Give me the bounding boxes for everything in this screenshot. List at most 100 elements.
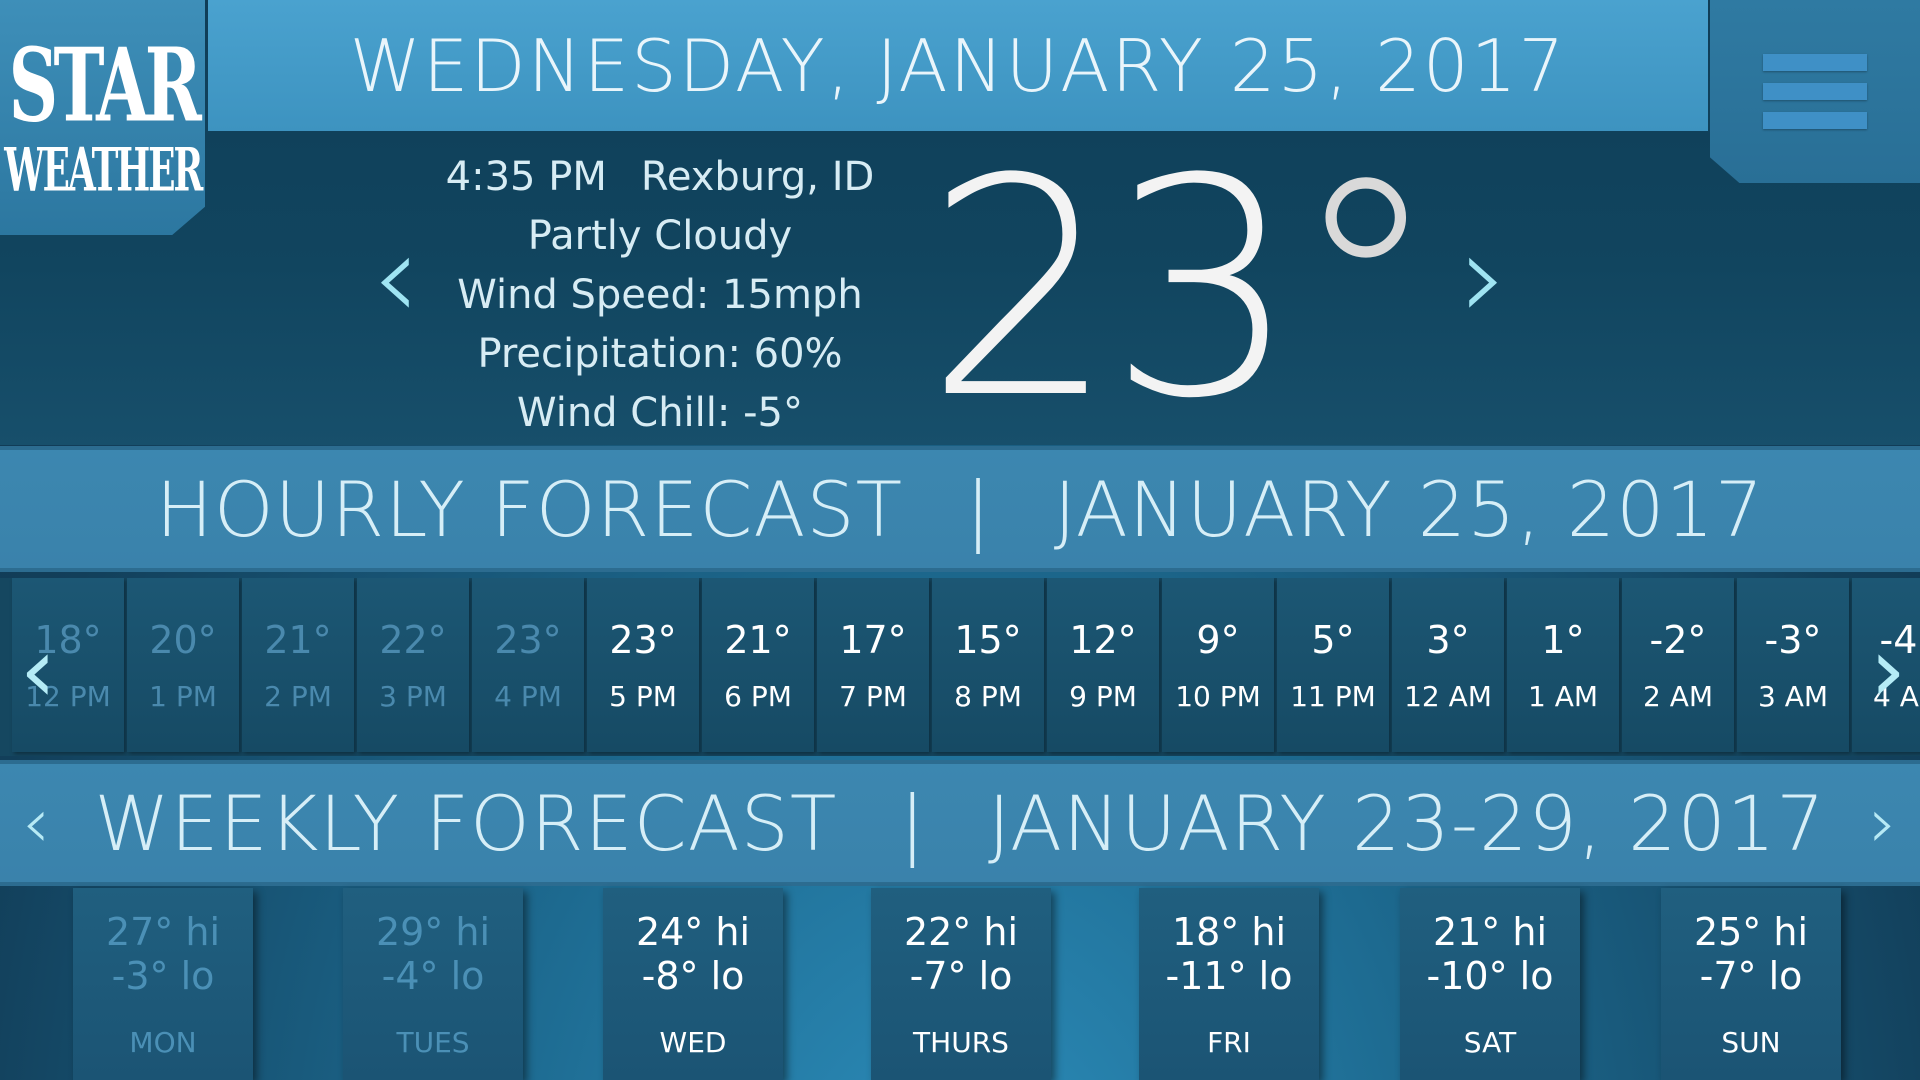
hour-temperature: 1° [1541,617,1585,662]
day-card[interactable]: 27° hi -3° lo MON [73,888,253,1080]
weekly-strip: 27° hi -3° lo MON 29° hi -4° lo TUES 24° hi -8°… [0,884,1920,1080]
hour-time: 7 PM [839,679,907,713]
hour-time: 1 PM [149,679,217,713]
weekly-separator: | [899,778,926,868]
current-condition: Partly Cloudy [527,213,793,259]
hour-temperature: 9° [1196,617,1240,662]
hour-card[interactable]: -3° 3 AM [1737,578,1849,752]
hamburger-menu-icon[interactable] [1710,0,1920,183]
next-day-arrow[interactable]: › [1460,218,1508,338]
hour-time: 9 PM [1069,679,1137,713]
weekly-forecast-header: ‹ WEEKLY FORECAST | JANUARY 23-29, 2017 … [0,760,1920,886]
day-low: -7° lo [1699,954,1803,998]
logo-weather-text: WEATHER [4,133,203,205]
current-wind-speed: Wind Speed: 15mph [457,272,863,318]
hour-time: 1 AM [1527,679,1599,713]
hour-time: 11 PM [1290,679,1376,713]
hour-time: 10 PM [1175,679,1261,713]
current-time: 4:35 PM [445,154,607,200]
day-card[interactable]: 22° hi -7° lo THURS [871,888,1051,1080]
current-location: Rexburg, ID [640,154,875,200]
hour-card[interactable]: 5° 11 PM [1277,578,1389,752]
hour-temperature: 5° [1311,617,1355,662]
hourly-title: HOURLY FORECAST [155,464,904,554]
logo-star-text: STAR [8,24,201,145]
hour-temperature: -2° [1649,617,1707,662]
hour-time: 3 PM [379,679,447,713]
hour-card[interactable]: 3° 12 AM [1392,578,1504,752]
hour-card[interactable]: 15° 8 PM [932,578,1044,752]
hour-time: 4 PM [494,679,562,713]
day-name: SUN [1721,1026,1781,1059]
current-details: 4:35 PM Rexburg, ID Partly Cloudy Wind Sp… [430,148,890,443]
hour-card[interactable]: 9° 10 PM [1162,578,1274,752]
hour-time: 8 PM [954,679,1022,713]
day-name: SAT [1463,1026,1517,1059]
current-date-bar: WEDNESDAY, JANUARY 25, 2017 [208,0,1708,131]
day-low: -4° lo [381,954,485,998]
hourly-strip[interactable]: 18° 12 PM 20° 1 PM 21° 2 PM 22° 3 PM 23° 4 PM 23° 5… [0,578,1920,756]
day-high: 27° hi [105,910,221,954]
hour-temperature: 23° [609,617,677,662]
current-date: WEDNESDAY, JANUARY 25, 2017 [349,23,1567,108]
hour-temperature: 21° [724,617,792,662]
day-high: 22° hi [903,910,1019,954]
next-week-arrow[interactable]: › [1869,782,1898,864]
day-card[interactable]: 18° hi -11° lo FRI [1139,888,1319,1080]
hour-time: 2 AM [1642,679,1714,713]
day-card[interactable]: 24° hi -8° lo WED [603,888,783,1080]
hour-card[interactable]: -2° 2 AM [1622,578,1734,752]
day-name: TUES [396,1026,470,1059]
hourly-forecast-header: HOURLY FORECAST | JANUARY 25, 2017 [0,446,1920,572]
hourly-separator: | [965,464,992,554]
hour-card[interactable]: 12° 9 PM [1047,578,1159,752]
hour-temperature: 20° [149,617,217,662]
hour-temperature: 17° [839,617,907,662]
menu-bar [1763,112,1867,129]
hour-card[interactable]: 21° 2 PM [242,578,354,752]
day-name: MON [129,1026,197,1059]
day-card[interactable]: 25° hi -7° lo SUN [1661,888,1841,1080]
next-hours-arrow[interactable]: › [1870,618,1906,723]
previous-week-arrow[interactable]: ‹ [22,782,51,864]
day-card[interactable]: 29° hi -4° lo TUES [343,888,523,1080]
hour-temperature: 22° [379,617,447,662]
current-temperature: 23° [925,140,1441,440]
current-weather-panel: WEDNESDAY, JANUARY 25, 2017 ‹ 4:35 PM Rex… [0,0,1920,445]
hourly-date: JANUARY 25, 2017 [1053,464,1765,554]
day-high: 24° hi [635,910,751,954]
menu-bar [1763,83,1867,100]
day-high: 25° hi [1693,910,1809,954]
hour-card[interactable]: 22° 3 PM [357,578,469,752]
current-precipitation: Precipitation: 60% [477,331,843,377]
hour-temperature: 15° [954,617,1022,662]
day-name: THURS [913,1026,1009,1059]
current-wind-chill: Wind Chill: -5° [517,390,803,436]
hour-temperature: 12° [1069,617,1137,662]
degree-symbol: ° [1290,115,1441,464]
current-temperature-value: 23 [925,115,1299,464]
weekly-date: JANUARY 23-29, 2017 [987,778,1826,868]
day-card[interactable]: 21° hi -10° lo SAT [1400,888,1580,1080]
day-name: FRI [1207,1026,1251,1059]
hour-time: 6 PM [724,679,792,713]
hour-card[interactable]: 1° 1 AM [1507,578,1619,752]
hour-card[interactable]: 23° 4 PM [472,578,584,752]
day-low: -11° lo [1165,954,1293,998]
weekly-title: WEEKLY FORECAST [94,778,838,868]
hour-time: 12 AM [1404,679,1492,713]
day-high: 18° hi [1171,910,1287,954]
hour-time: 3 AM [1757,679,1829,713]
previous-hours-arrow[interactable]: ‹ [20,618,56,723]
hour-temperature: 23° [494,617,562,662]
hour-card[interactable]: 17° 7 PM [817,578,929,752]
hour-card[interactable]: 23° 5 PM [587,578,699,752]
hour-card[interactable]: 21° 6 PM [702,578,814,752]
hour-temperature: 3° [1426,617,1470,662]
hour-time: 5 PM [609,679,677,713]
hour-temperature: 21° [264,617,332,662]
hour-card[interactable]: 20° 1 PM [127,578,239,752]
previous-day-arrow[interactable]: ‹ [372,218,420,338]
day-low: -3° lo [111,954,215,998]
star-weather-logo[interactable]: STAR WEATHER [0,0,205,235]
